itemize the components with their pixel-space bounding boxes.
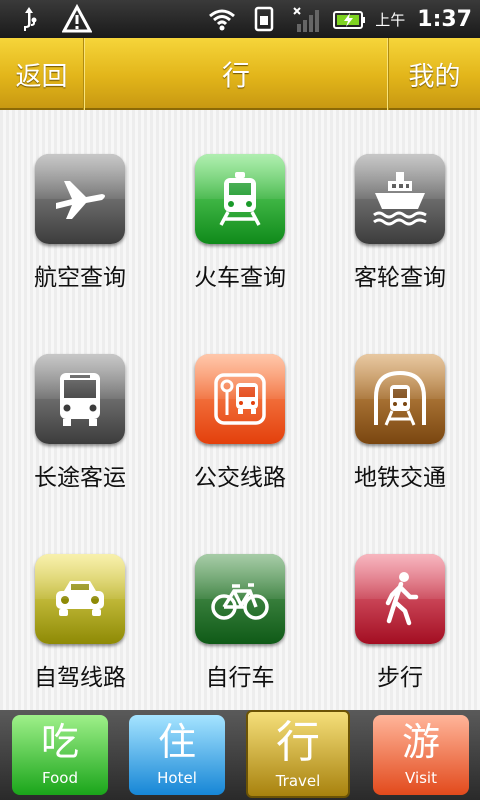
train-tile[interactable]	[195, 154, 285, 244]
tab-glyph: 游	[401, 720, 440, 764]
flight-tile[interactable]	[35, 154, 125, 244]
train-icon	[219, 172, 261, 226]
tab-glyph: 住	[157, 720, 196, 764]
tab-hotel[interactable]: 住 Hotel	[129, 715, 225, 795]
car-icon	[56, 581, 104, 616]
grid-item-flight[interactable]: 航空查询	[0, 110, 160, 310]
coach-tile[interactable]	[35, 354, 125, 444]
grid-item-train[interactable]: 火车查询	[160, 110, 320, 310]
back-button[interactable]: 返回	[0, 38, 84, 110]
signal-icon	[291, 4, 321, 34]
warning-icon	[61, 3, 93, 34]
subway-icon	[374, 370, 426, 426]
subway-tile[interactable]	[355, 354, 445, 444]
bus-stop-icon	[214, 373, 266, 425]
grid-item-ferry[interactable]: 客轮查询	[320, 110, 480, 310]
grid-item-label: 自行车	[205, 665, 275, 691]
grid-item-coach[interactable]: 长途客运	[0, 310, 160, 510]
grid-item-bus-route[interactable]: 公交线路	[160, 310, 320, 510]
usb-icon	[14, 4, 44, 34]
tab-label: Hotel	[157, 769, 197, 787]
tab-glyph: 吃	[40, 720, 79, 764]
sim-card-icon	[249, 4, 279, 34]
grid-item-label: 客轮查询	[354, 265, 446, 291]
bicycle-icon	[211, 583, 269, 620]
bus-route-tile[interactable]	[195, 354, 285, 444]
bicycle-tile[interactable]	[195, 554, 285, 644]
tab-glyph: 行	[276, 717, 320, 768]
grid-item-label: 步行	[377, 665, 423, 691]
airplane-icon	[56, 181, 105, 219]
wifi-icon	[207, 4, 237, 34]
walk-tile[interactable]	[355, 554, 445, 644]
grid-item-label: 自驾线路	[34, 665, 126, 691]
walking-icon	[385, 572, 419, 626]
bottom-tab-bar: 吃 Food 住 Hotel 行 Travel 游 Visit	[0, 710, 480, 800]
grid-item-drive[interactable]: 自驾线路	[0, 510, 160, 710]
ship-icon	[373, 172, 427, 226]
tab-travel[interactable]: 行 Travel	[246, 710, 350, 798]
grid-item-walk[interactable]: 步行	[320, 510, 480, 710]
tab-label: Visit	[405, 769, 437, 787]
grid-item-bicycle[interactable]: 自行车	[160, 510, 320, 710]
grid-item-label: 火车查询	[194, 265, 286, 291]
clock: 1:37	[417, 6, 472, 32]
tab-food[interactable]: 吃 Food	[12, 715, 108, 795]
grid-item-label: 地铁交通	[354, 465, 446, 491]
title-bar: 返回 行 我的	[0, 38, 480, 110]
tab-label: Travel	[275, 772, 321, 790]
status-bar: 上午 1:37	[0, 0, 480, 38]
grid-item-label: 航空查询	[34, 265, 126, 291]
grid-item-label: 公交线路	[194, 465, 286, 491]
grid-item-subway[interactable]: 地铁交通	[320, 310, 480, 510]
transport-grid: 航空查询 火车查询 客轮查询 长途客运 公交线路 地铁交通 自驾线路 自行车 步…	[0, 110, 480, 710]
tab-visit[interactable]: 游 Visit	[373, 715, 469, 795]
mine-button[interactable]: 我的	[388, 38, 480, 110]
am-pm-label: 上午	[375, 10, 406, 29]
ferry-tile[interactable]	[355, 154, 445, 244]
battery-charging-icon	[333, 4, 366, 34]
page-title: 行	[221, 59, 250, 92]
grid-item-label: 长途客运	[34, 465, 126, 491]
drive-tile[interactable]	[35, 554, 125, 644]
tab-label: Food	[42, 769, 78, 787]
bus-icon	[60, 373, 100, 426]
